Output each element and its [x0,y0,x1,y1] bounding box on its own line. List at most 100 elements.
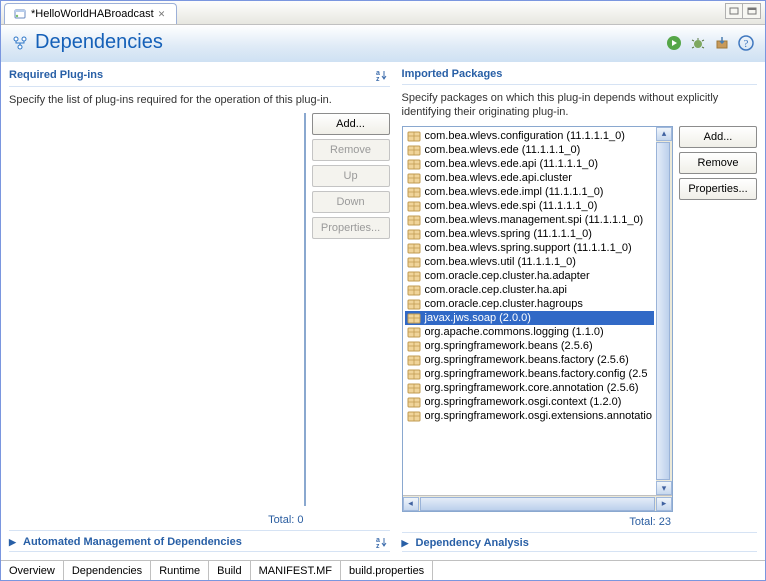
scrollbar-thumb[interactable] [420,497,655,511]
subtab-dependencies[interactable]: Dependencies [64,561,151,580]
sort-icon[interactable]: az [374,68,390,82]
scrollbar-thumb[interactable] [656,142,670,480]
package-icon [407,214,421,226]
list-item-label: com.bea.wlevs.ede.api.cluster [425,172,572,184]
list-item[interactable]: com.bea.wlevs.spring.support (11.1.1.1_0… [405,241,654,255]
page-header: Dependencies ? [1,25,765,62]
subtab-runtime[interactable]: Runtime [151,561,209,580]
chevron-right-icon: ▶ [9,537,19,547]
required-plugins-desc: Specify the list of plug-ins required fo… [9,93,390,107]
properties-button: Properties... [312,217,390,239]
package-icon [407,158,421,170]
package-icon [407,144,421,156]
list-item[interactable]: com.bea.wlevs.ede.spi (11.1.1.1_0) [405,199,654,213]
add-button[interactable]: Add... [679,126,757,148]
list-item-label: com.bea.wlevs.util (11.1.1.1_0) [425,256,576,268]
debug-icon[interactable] [689,34,707,52]
editor-tab[interactable]: *HelloWorldHABroadcast ✕ [4,3,177,24]
list-item[interactable]: org.springframework.core.annotation (2.5… [405,381,654,395]
list-item[interactable]: com.bea.wlevs.ede.api.cluster [405,171,654,185]
auto-deps-title: Automated Management of Dependencies [23,536,242,548]
list-item[interactable]: org.springframework.beans (2.5.6) [405,339,654,353]
list-item-label: com.bea.wlevs.configuration (11.1.1.1_0) [425,130,625,142]
required-plugins-list[interactable] [304,113,306,506]
list-item[interactable]: org.apache.commons.logging (1.1.0) [405,325,654,339]
scroll-left-icon[interactable]: ◂ [403,497,419,511]
page-title: Dependencies [35,31,163,54]
svg-text:z: z [376,543,380,549]
properties-button[interactable]: Properties... [679,178,757,200]
list-item[interactable]: com.oracle.cep.cluster.ha.api [405,283,654,297]
editor-tab-bar: *HelloWorldHABroadcast ✕ [1,1,765,25]
scrollbar-horizontal[interactable]: ◂ ▸ [403,495,672,511]
list-item-label: com.oracle.cep.cluster.hagroups [425,298,583,310]
list-item[interactable]: org.springframework.osgi.extensions.anno… [405,409,654,423]
close-icon[interactable]: ✕ [158,9,168,19]
list-item-label: org.springframework.osgi.extensions.anno… [425,410,652,422]
list-item[interactable]: org.springframework.beans.factory (2.5.6… [405,353,654,367]
package-icon [407,228,421,240]
subtab-overview[interactable]: Overview [1,561,64,580]
package-icon [407,186,421,198]
list-item-label: com.bea.wlevs.spring (11.1.1.1_0) [425,228,592,240]
package-icon [407,200,421,212]
list-item-label: org.apache.commons.logging (1.1.0) [425,326,604,338]
scrollbar-vertical[interactable]: ▴ ▾ [656,127,672,495]
scroll-up-icon[interactable]: ▴ [656,127,672,141]
list-item-label: com.bea.wlevs.ede.impl (11.1.1.1_0) [425,186,604,198]
list-item-label: com.bea.wlevs.spring.support (11.1.1.1_0… [425,242,632,254]
package-icon [407,256,421,268]
list-item[interactable]: org.springframework.osgi.context (1.2.0) [405,395,654,409]
list-item-label: javax.jws.soap (2.0.0) [425,312,531,324]
imported-packages-list[interactable]: com.bea.wlevs.configuration (11.1.1.1_0)… [403,127,656,425]
dep-analysis-title: Dependency Analysis [416,537,529,549]
maximize-button[interactable] [743,3,761,19]
list-item-label: com.bea.wlevs.ede (11.1.1.1_0) [425,144,581,156]
sort-icon[interactable]: az [374,535,390,549]
subtab-build[interactable]: Build [209,561,250,580]
list-item[interactable]: com.bea.wlevs.ede (11.1.1.1_0) [405,143,654,157]
list-item-label: com.bea.wlevs.ede.spi (11.1.1.1_0) [425,200,598,212]
list-item[interactable]: com.oracle.cep.cluster.ha.adapter [405,269,654,283]
list-item[interactable]: com.bea.wlevs.util (11.1.1.1_0) [405,255,654,269]
dependencies-icon [11,34,29,52]
scroll-right-icon[interactable]: ▸ [656,497,672,511]
package-icon [407,326,421,338]
list-item[interactable]: com.bea.wlevs.spring (11.1.1.1_0) [405,227,654,241]
list-item[interactable]: com.bea.wlevs.ede.impl (11.1.1.1_0) [405,185,654,199]
package-icon [407,270,421,282]
package-icon [407,130,421,142]
list-item[interactable]: com.bea.wlevs.configuration (11.1.1.1_0) [405,129,654,143]
scroll-down-icon[interactable]: ▾ [656,481,672,495]
list-item[interactable]: com.oracle.cep.cluster.hagroups [405,297,654,311]
package-icon [407,242,421,254]
chevron-right-icon: ▶ [402,538,412,548]
remove-button[interactable]: Remove [679,152,757,174]
list-item-label: org.springframework.core.annotation (2.5… [425,382,639,394]
list-item[interactable]: org.springframework.beans.factory.config… [405,367,654,381]
list-item-label: com.oracle.cep.cluster.ha.api [425,284,567,296]
auto-deps-section[interactable]: ▶ Automated Management of Dependencies az [9,530,390,552]
package-icon [407,312,421,324]
editor-subtabs: OverviewDependenciesRuntimeBuildMANIFEST… [1,560,765,580]
add-button[interactable]: Add... [312,113,390,135]
help-icon[interactable]: ? [737,34,755,52]
required-plugins-section: Required Plug-ins az Specify the list of… [9,66,390,526]
svg-text:z: z [376,76,380,82]
list-item[interactable]: javax.jws.soap (2.0.0) [405,311,654,325]
editor-tab-title: *HelloWorldHABroadcast [31,8,154,20]
package-icon [407,410,421,422]
minimize-button[interactable] [725,3,743,19]
manifest-icon [13,7,27,21]
subtab-build-properties[interactable]: build.properties [341,561,433,580]
subtab-manifest-mf[interactable]: MANIFEST.MF [251,561,341,580]
list-item[interactable]: com.bea.wlevs.ede.api (11.1.1.1_0) [405,157,654,171]
run-icon[interactable] [665,34,683,52]
dep-analysis-section[interactable]: ▶ Dependency Analysis [402,532,757,552]
package-icon [407,396,421,408]
list-item-label: com.oracle.cep.cluster.ha.adapter [425,270,590,282]
package-icon [407,354,421,366]
list-item[interactable]: com.bea.wlevs.management.spi (11.1.1.1_0… [405,213,654,227]
imported-packages-desc: Specify packages on which this plug-in d… [402,91,757,120]
export-icon[interactable] [713,34,731,52]
